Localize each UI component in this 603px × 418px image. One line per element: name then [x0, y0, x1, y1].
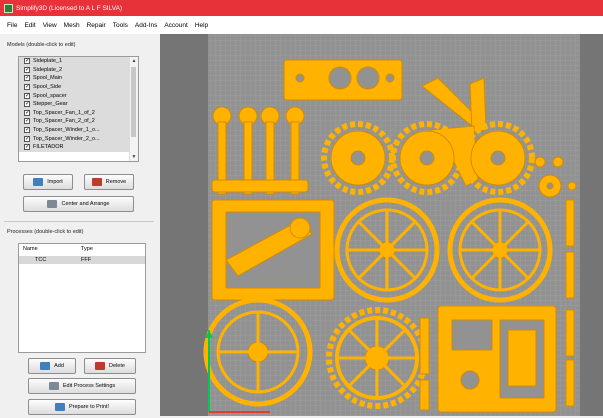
model-item[interactable]: ✓ Top_Spacer_Fan_2_of_2 [19, 117, 138, 126]
models-scrollbar[interactable]: ▲ ▼ [129, 57, 138, 161]
menu-add-ins[interactable]: Add-Ins [135, 22, 157, 29]
window-title: Simplify3D (Licensed to A L F SILVA) [16, 4, 123, 12]
prepare-to-print-button[interactable]: Prepare to Print! [28, 399, 136, 415]
checkbox[interactable]: ✓ [24, 66, 30, 73]
part-sideplate-1[interactable] [211, 199, 335, 301]
part-bottom-bars[interactable] [419, 317, 430, 411]
checkbox[interactable]: ✓ [24, 144, 30, 151]
menu-tools[interactable]: Tools [113, 22, 128, 29]
add-process-icon [40, 362, 51, 370]
processes-header: Processes (double-click to edit) [7, 229, 84, 235]
checkbox[interactable]: ✓ [24, 58, 30, 65]
checkbox[interactable]: ✓ [24, 135, 30, 142]
prepare-print-icon [54, 403, 65, 411]
scroll-thumb[interactable] [131, 67, 136, 137]
menu-edit[interactable]: Edit [24, 22, 35, 29]
model-item[interactable]: ✓ Top_Spacer_Winder_1_o... [19, 125, 138, 135]
process-row[interactable]: TCC FFF [19, 256, 145, 264]
checkbox[interactable]: ✓ [24, 84, 30, 91]
add-process-button[interactable]: Add [28, 358, 76, 374]
delete-process-button[interactable]: Delete [84, 358, 136, 374]
menu-bar: File Edit View Mesh Repair Tools Add-Ins… [0, 16, 603, 34]
col-name-header: Name [23, 246, 38, 252]
col-type-header: Type [81, 246, 93, 252]
app-icon [4, 3, 13, 13]
scene-svg[interactable] [160, 34, 603, 416]
part-top-bracket[interactable] [283, 59, 403, 101]
import-icon [33, 178, 44, 186]
model-item[interactable]: ✓ Top_Spacer_Fan_1_of_2 [19, 108, 138, 118]
import-button[interactable]: Import [23, 174, 73, 190]
menu-mesh[interactable]: Mesh [64, 22, 80, 29]
scroll-up-icon[interactable]: ▲ [130, 57, 138, 65]
center-arrange-button[interactable]: Center and Arrange [23, 196, 134, 212]
processes-list[interactable]: Name Type TCC FFF [18, 243, 146, 353]
models-header: Models (double-click to edit) [7, 42, 76, 48]
checkbox[interactable]: ✓ [24, 118, 30, 125]
part-sideplate-2[interactable] [437, 305, 557, 413]
title-bar: Simplify3D (Licensed to A L F SILVA) [0, 0, 603, 16]
process-type: FFF [81, 257, 92, 263]
models-list[interactable]: ✓ Sideplate_1 ✓ Sideplate_2 ✓ Spool_Main ✓ S… [18, 56, 139, 162]
menu-file[interactable]: File [7, 22, 17, 29]
model-item[interactable]: ✓ FILETADOR [19, 142, 138, 152]
menu-view[interactable]: View [43, 22, 57, 29]
menu-account[interactable]: Account [164, 22, 188, 29]
part-spool-3[interactable] [203, 297, 313, 407]
part-spool-2[interactable] [447, 197, 553, 303]
model-item[interactable]: ✓ Stepper_Gear [19, 99, 138, 109]
checkbox[interactable]: ✓ [24, 92, 30, 99]
model-item[interactable]: ✓ Spool_spacer [19, 91, 138, 100]
checkbox[interactable]: ✓ [24, 75, 30, 82]
divider [4, 221, 154, 222]
model-item[interactable]: ✓ Sideplate_2 [19, 65, 138, 75]
remove-icon [91, 178, 102, 186]
delete-process-icon [95, 362, 106, 370]
checkbox[interactable]: ✓ [24, 127, 30, 134]
center-arrange-icon [47, 200, 58, 208]
checkbox[interactable]: ✓ [24, 101, 30, 108]
model-item[interactable]: ✓ Sideplate_1 [19, 57, 138, 66]
process-name: TCC [35, 257, 47, 263]
model-item[interactable]: ✓ Spool_Side [19, 82, 138, 92]
processes-columns: Name Type [19, 245, 145, 253]
edit-process-settings-button[interactable]: Edit Process Settings [28, 378, 136, 394]
model-item[interactable]: ✓ Spool_Main [19, 74, 138, 83]
menu-repair[interactable]: Repair [87, 22, 106, 29]
part-spool-1[interactable] [334, 197, 440, 303]
3d-viewport[interactable] [160, 34, 603, 416]
menu-help[interactable]: Help [195, 22, 208, 29]
scroll-down-icon[interactable]: ▼ [130, 153, 138, 161]
model-item[interactable]: ✓ Top_Spacer_Winder_2_o... [19, 134, 138, 143]
checkbox[interactable]: ✓ [24, 109, 30, 116]
edit-settings-icon [48, 382, 59, 390]
remove-button[interactable]: Remove [84, 174, 134, 190]
